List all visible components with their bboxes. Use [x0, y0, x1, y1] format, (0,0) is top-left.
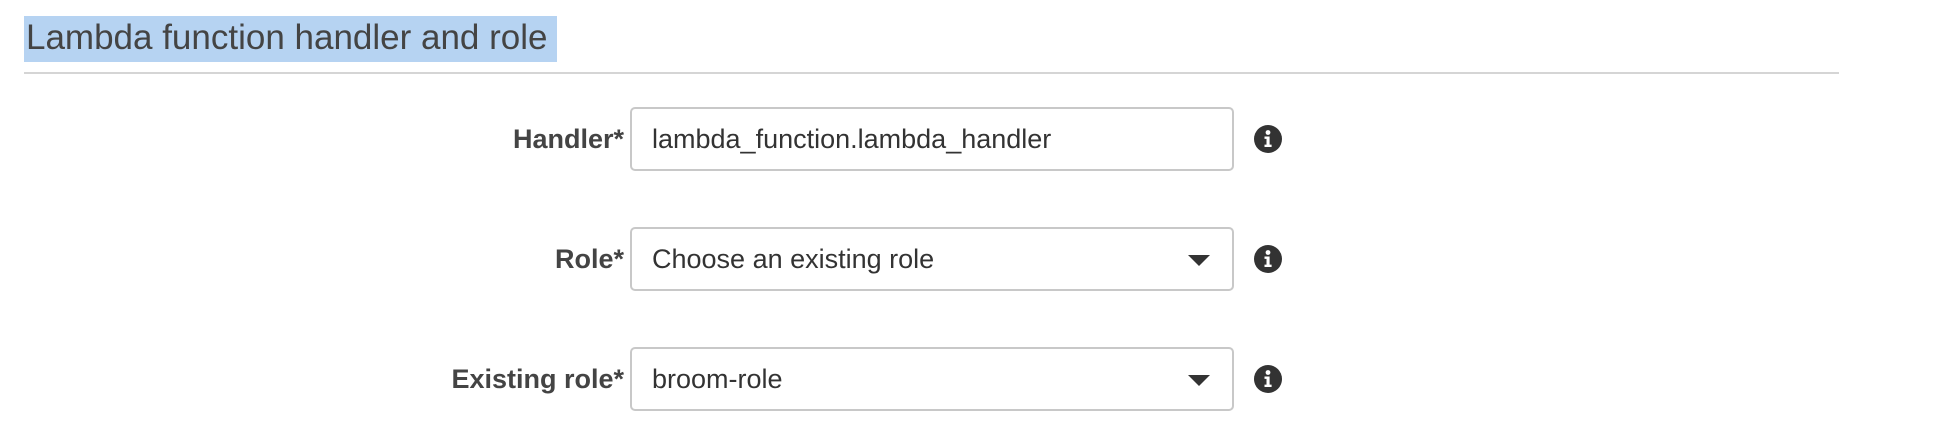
- role-selected-value[interactable]: Choose an existing role: [632, 229, 1232, 289]
- info-icon[interactable]: [1253, 244, 1283, 274]
- section-header: Lambda function handler and role: [24, 14, 558, 64]
- handler-input[interactable]: [632, 109, 1232, 169]
- handler-field: [630, 107, 1234, 171]
- existing-role-label: Existing role*: [451, 364, 624, 394]
- handler-label: Handler*: [512, 124, 624, 154]
- existing-role-selected-value[interactable]: broom-role: [632, 349, 1232, 409]
- role-selected-text: Choose an existing role: [652, 244, 935, 274]
- handler-role-section: Lambda function handler and role Handler…: [24, 0, 1844, 440]
- handler-row: Handler*: [24, 107, 1324, 171]
- role-row: Role* Choose an existing role: [24, 227, 1324, 291]
- info-icon[interactable]: [1253, 124, 1283, 154]
- existing-role-selected-text: broom-role: [652, 364, 783, 394]
- existing-role-row: Existing role* broom-role: [24, 347, 1324, 411]
- info-icon[interactable]: [1253, 364, 1283, 394]
- role-select[interactable]: Choose an existing role: [630, 227, 1234, 291]
- existing-role-select[interactable]: broom-role: [630, 347, 1234, 411]
- role-label: Role*: [554, 244, 624, 274]
- section-title: Lambda function handler and role: [24, 16, 558, 62]
- section-divider: [24, 72, 1839, 74]
- caret-down-icon[interactable]: [1188, 375, 1210, 386]
- caret-down-icon[interactable]: [1188, 255, 1210, 266]
